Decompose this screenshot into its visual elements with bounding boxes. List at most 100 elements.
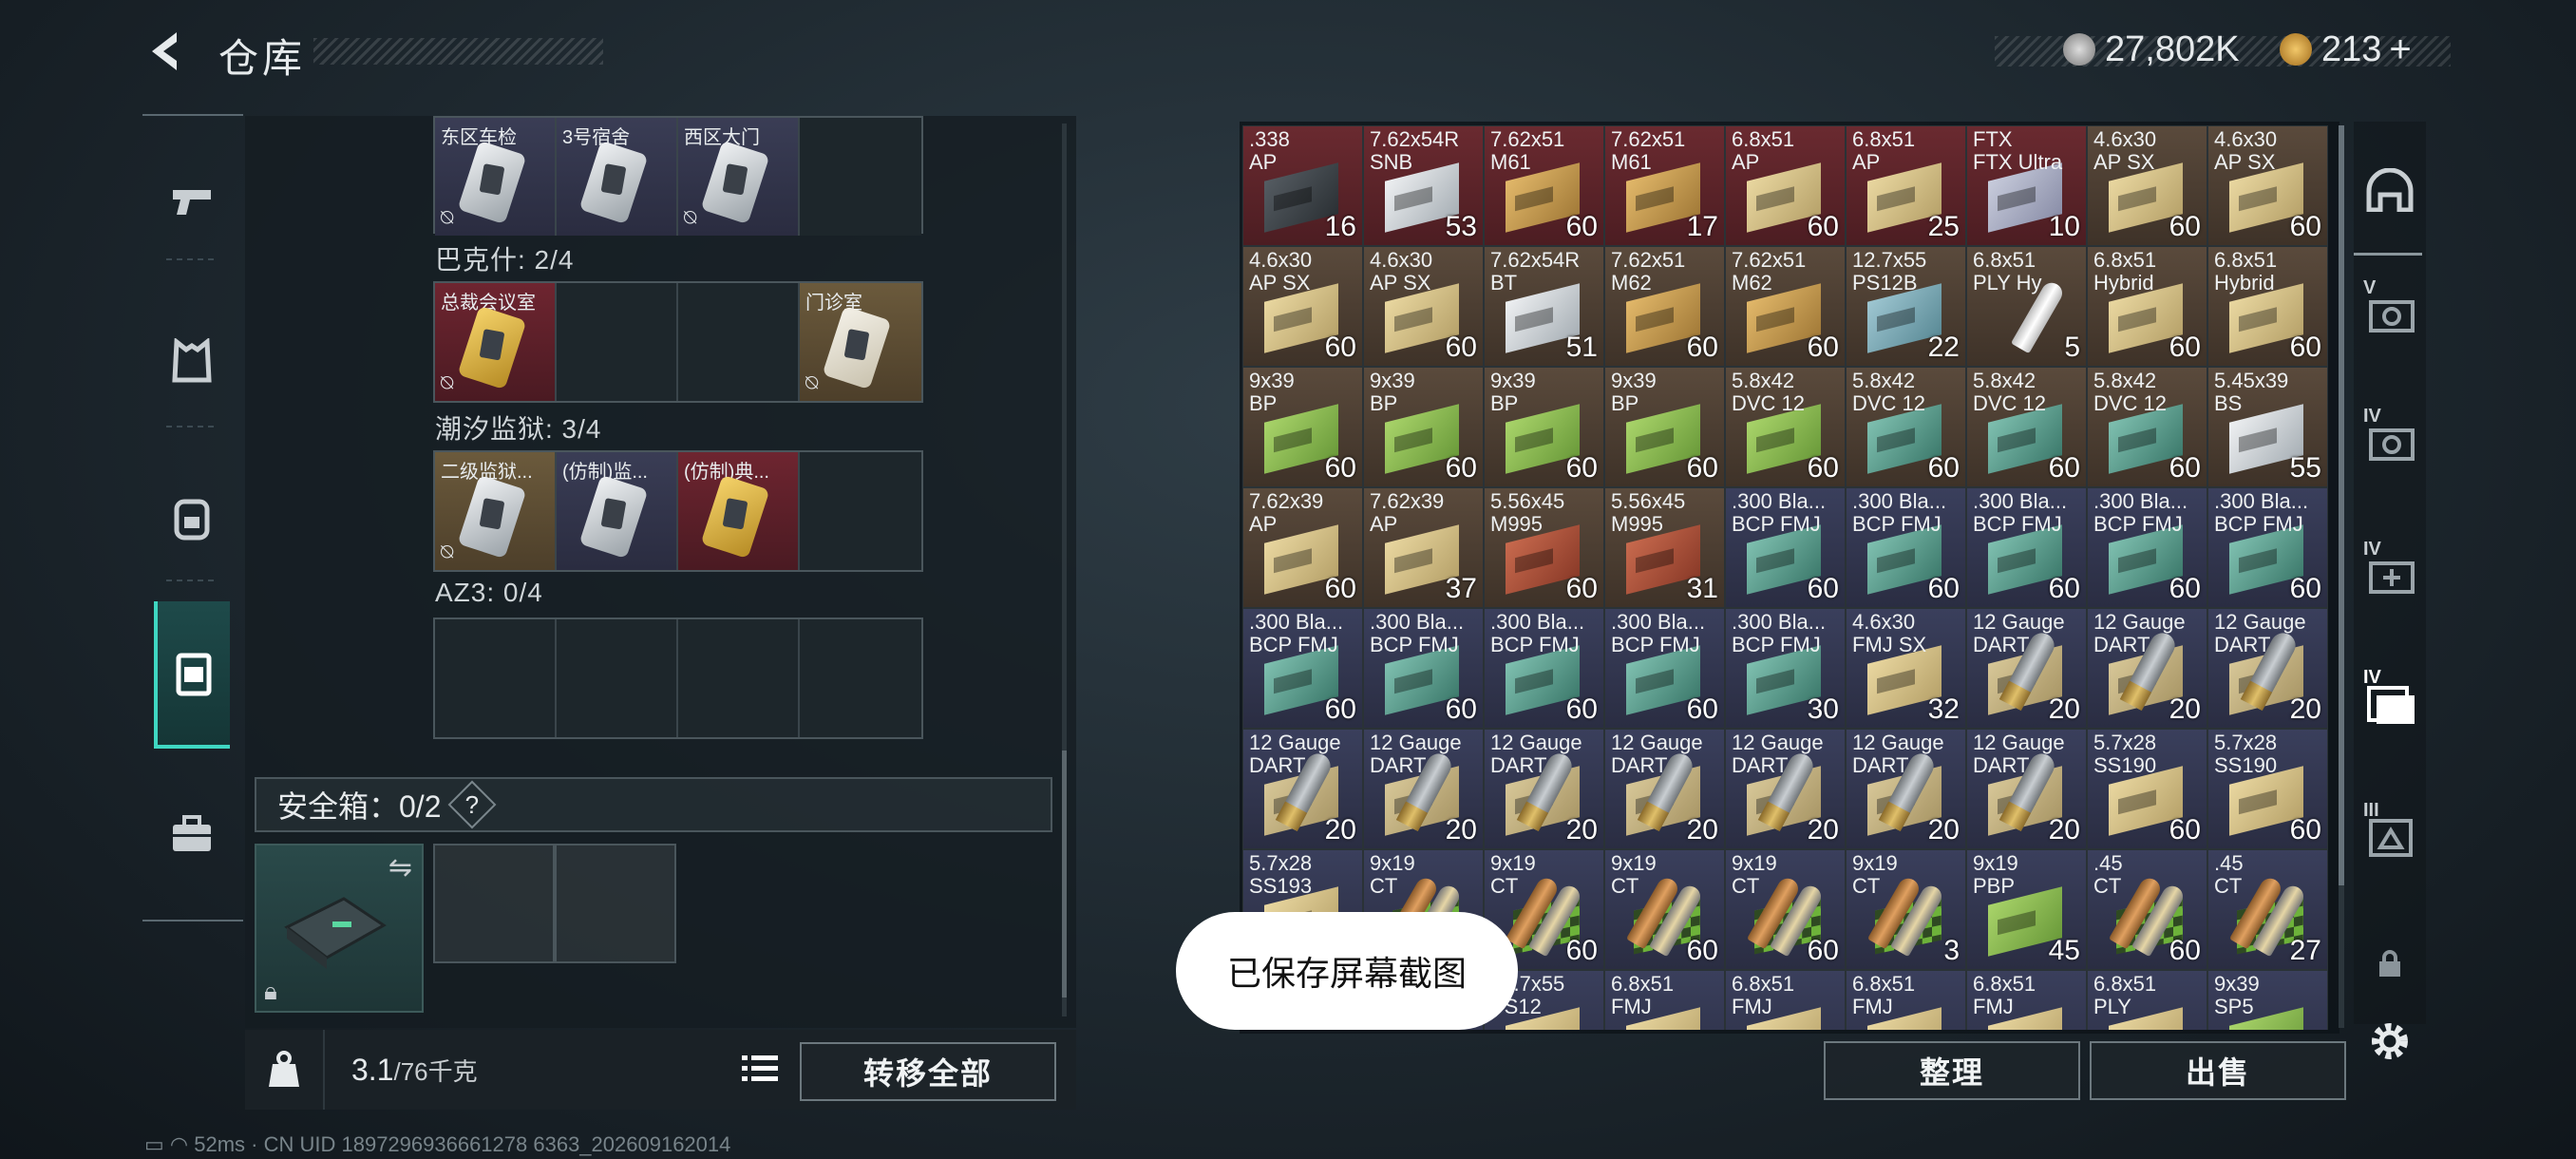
ammo-item[interactable]: 7.62x51 M61 60 [1484,125,1604,246]
back-button[interactable] [144,28,190,74]
safe-box-item[interactable]: ⇋ 🔒︎ [255,844,424,1013]
ammo-item[interactable]: 12 Gauge DART 20 [2207,608,2328,729]
ammo-item[interactable]: 5.56x45 M995 31 [1604,487,1725,608]
key-slot[interactable]: 东区车检 ⍉ [435,118,557,236]
ammo-item[interactable]: .300 Bla... BCP FMJ 60 [1363,608,1484,729]
ammo-item[interactable]: 12 Gauge DART 20 [1484,729,1604,849]
nav-container[interactable] [154,601,230,749]
ammo-item[interactable]: 6.8x51 FMJ [1846,970,1966,1030]
ammo-item[interactable]: 5.8x42 DVC 12 60 [1966,367,2087,487]
safe-slot-empty[interactable] [555,844,676,963]
ammo-item[interactable]: 6.8x51 Hybrid 60 [2207,246,2328,367]
ammo-item[interactable]: 4.6x30 AP SX 60 [1242,246,1363,367]
ammo-item[interactable]: 5.56x45 M995 60 [1484,487,1604,608]
key-slot[interactable]: 门诊室 ⍉ [800,283,921,401]
ammo-item[interactable]: 5.8x42 DVC 12 60 [2087,367,2207,487]
ammo-item[interactable]: 9x19 CT 3 [1846,849,1966,970]
ammo-item[interactable]: 9x39 BP 60 [1484,367,1604,487]
key-slot-empty[interactable] [800,452,921,570]
ammo-item[interactable]: .300 Bla... BCP FMJ 60 [2207,487,2328,608]
safe-slot-empty[interactable] [433,844,555,963]
ammo-item[interactable]: .45 CT 27 [2207,849,2328,970]
stash-tab-4-active[interactable]: IV [2361,665,2418,741]
gold-currency[interactable]: 213 + [2280,28,2412,70]
ammo-item[interactable]: 4.6x30 AP SX 60 [2087,125,2207,246]
ammo-item[interactable]: 7.62x39 AP 37 [1363,487,1484,608]
ammo-item[interactable]: 4.6x30 AP SX 60 [2207,125,2328,246]
ammo-item[interactable]: 9x39 BP 60 [1363,367,1484,487]
ammo-item[interactable]: 12 Gauge DART 20 [1242,729,1363,849]
key-slot-empty[interactable] [800,118,921,236]
ammo-item[interactable]: 12 Gauge DART 20 [1725,729,1846,849]
list-view-button[interactable] [739,1048,781,1090]
key-slot-empty[interactable] [435,619,557,737]
ammo-item[interactable]: 6.8x51 FMJ [1725,970,1846,1030]
ammo-item[interactable]: .338 AP 16 [1242,125,1363,246]
stash-tab-3[interactable]: IV [2361,537,2418,613]
ammo-item[interactable]: 5.45x39 BS 55 [2207,367,2328,487]
ammo-item[interactable]: 9x39 BP 60 [1604,367,1725,487]
add-currency-button[interactable]: + [2389,28,2411,71]
ammo-item[interactable]: 12 Gauge DART 20 [1846,729,1966,849]
key-slot[interactable]: (仿制)典... [678,452,800,570]
stash-tab-locked[interactable] [2361,926,2418,1002]
key-slot-empty[interactable] [800,619,921,737]
ammo-item[interactable]: 6.8x51 Hybrid 60 [2087,246,2207,367]
key-slot-empty[interactable] [678,283,800,401]
key-slot[interactable]: (仿制)监... [557,452,678,570]
key-slot[interactable]: 总裁会议室 ⍉ [435,283,557,401]
left-scrollbar[interactable] [1062,124,1067,1016]
ammo-item[interactable]: 7.62x54R SNB 53 [1363,125,1484,246]
ammo-item[interactable]: 4.6x30 AP SX 60 [1363,246,1484,367]
key-slot-empty[interactable] [557,283,678,401]
ammo-item[interactable]: 12 Gauge DART 20 [2087,608,2207,729]
ammo-item[interactable]: 12 Gauge DART 20 [1966,608,2087,729]
ammo-item[interactable]: 7.62x51 M62 60 [1604,246,1725,367]
ammo-item[interactable]: 9x39 SP5 [2207,970,2328,1030]
nav-armor[interactable] [154,314,230,408]
ammo-item[interactable]: .300 Bla... BCP FMJ 60 [1725,487,1846,608]
ammo-item[interactable]: .300 Bla... BCP FMJ 60 [1242,608,1363,729]
ammo-item[interactable]: .300 Bla... BCP FMJ 60 [1846,487,1966,608]
stash-tab-2[interactable]: IV [2361,404,2418,480]
ammo-item[interactable]: .300 Bla... BCP FMJ 60 [1966,487,2087,608]
ammo-item[interactable]: FTX FTX Ultra 10 [1966,125,2087,246]
stash-tab-5[interactable]: III [2361,798,2418,874]
ammo-item[interactable]: 12 Gauge DART 20 [1604,729,1725,849]
ammo-item[interactable]: .300 Bla... BCP FMJ 60 [2087,487,2207,608]
ammo-item[interactable]: 5.8x42 DVC 12 60 [1725,367,1846,487]
transfer-all-button[interactable]: 转移全部 [800,1042,1056,1101]
ammo-item[interactable]: 5.8x42 DVC 12 60 [1846,367,1966,487]
nav-briefcase[interactable] [154,787,230,882]
sell-button[interactable]: 出售 [2090,1041,2346,1100]
stash-scrollbar[interactable] [2339,125,2344,1028]
swap-icon[interactable]: ⇋ [388,851,412,884]
nav-weapons[interactable] [154,154,230,249]
ammo-item[interactable]: 9x19 CT 60 [1604,849,1725,970]
ammo-item[interactable]: 6.8x51 PLY Hy 5 [1966,246,2087,367]
ammo-item[interactable]: 7.62x39 AP 60 [1242,487,1363,608]
ammo-item[interactable]: 6.8x51 FMJ [1966,970,2087,1030]
ammo-item[interactable]: 6.8x51 PLY [2087,970,2207,1030]
organize-button[interactable]: 整理 [1824,1041,2080,1100]
ammo-item[interactable]: 12 Gauge DART 20 [1363,729,1484,849]
key-slot-empty[interactable] [678,619,800,737]
stash-tab-helmet[interactable] [2361,152,2418,228]
ammo-item[interactable]: 5.7x28 SS190 60 [2207,729,2328,849]
ammo-item[interactable]: .45 CT 60 [2087,849,2207,970]
key-slot[interactable]: 二级监狱... ⍉ [435,452,557,570]
ammo-item[interactable]: 7.62x51 M61 17 [1604,125,1725,246]
ammo-item[interactable]: 6.8x51 AP 60 [1725,125,1846,246]
ammo-item[interactable]: 9x19 CT 60 [1725,849,1846,970]
help-icon[interactable]: ? [447,780,496,829]
ammo-item[interactable]: 12 Gauge DART 20 [1966,729,2087,849]
ammo-item[interactable]: 9x19 PBP 45 [1966,849,2087,970]
ammo-item[interactable]: .300 Bla... BCP FMJ 60 [1604,608,1725,729]
ammo-item[interactable]: 6.8x51 AP 25 [1846,125,1966,246]
stash-tab-1[interactable]: V [2361,276,2418,352]
ammo-item[interactable]: 4.6x30 FMJ SX 32 [1846,608,1966,729]
nav-backpack[interactable] [154,470,230,565]
ammo-item[interactable]: .300 Bla... BCP FMJ 60 [1484,608,1604,729]
ammo-item[interactable]: 9x39 BP 60 [1242,367,1363,487]
ammo-item[interactable]: 7.62x54R BT 51 [1484,246,1604,367]
